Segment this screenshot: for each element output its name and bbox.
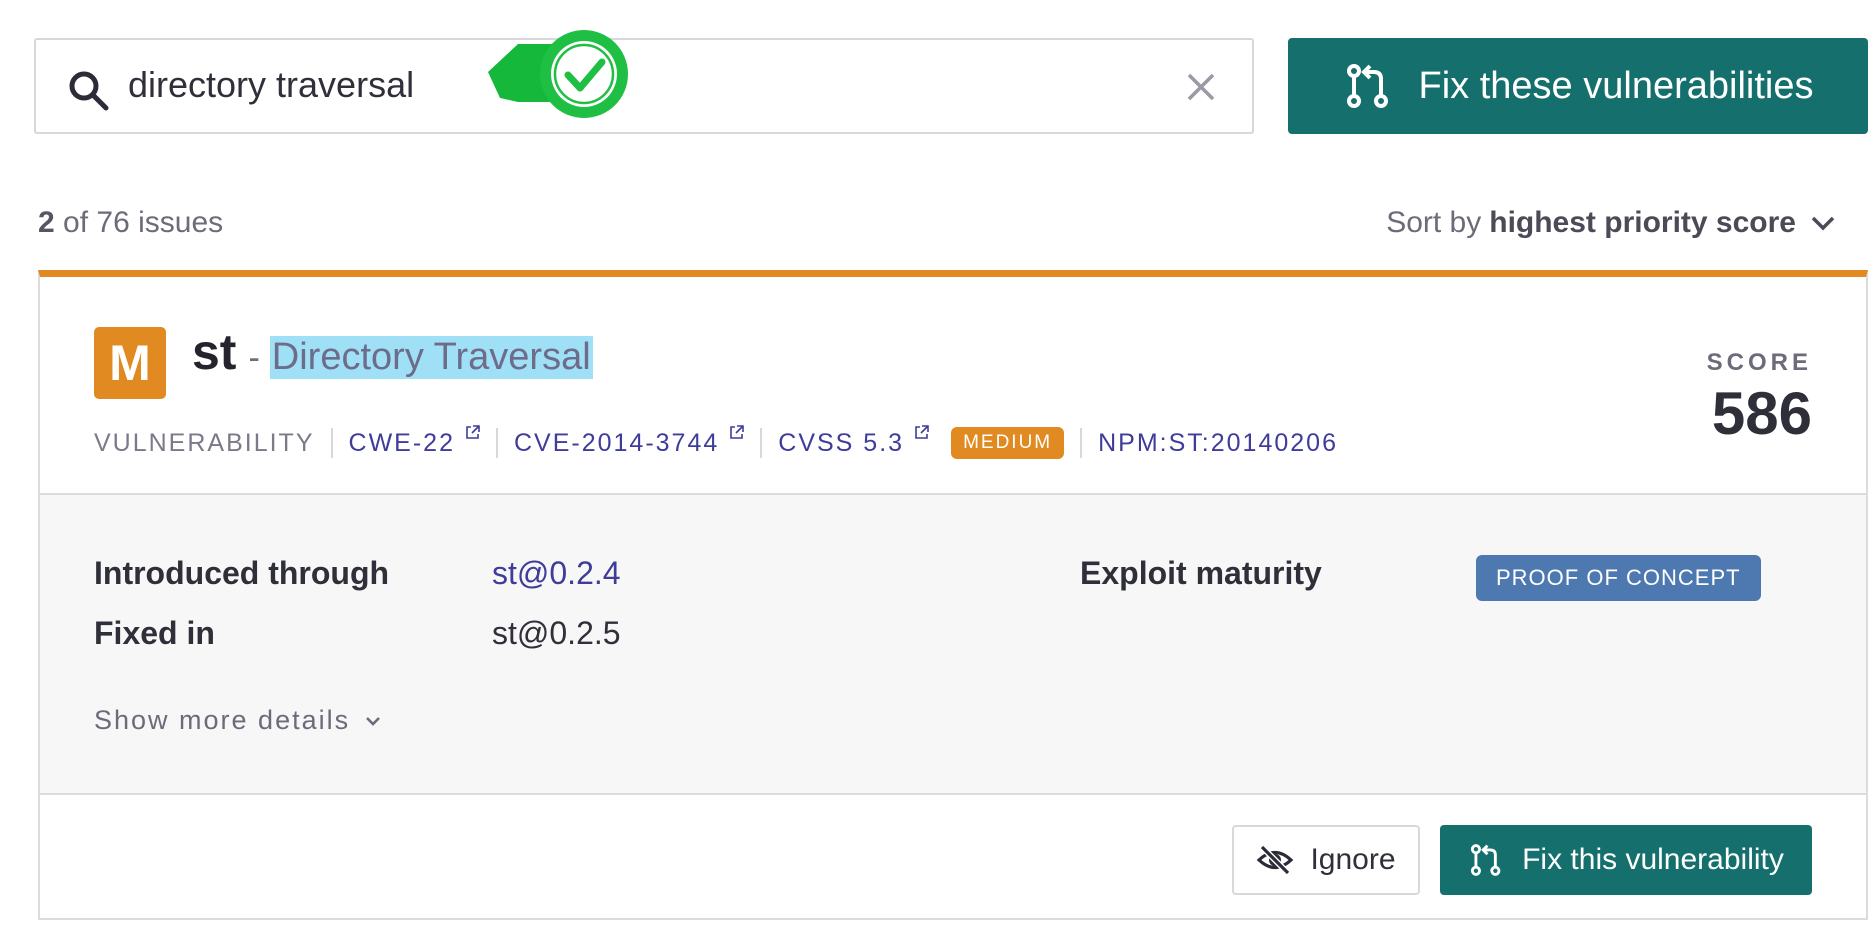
introduced-through-label: Introduced through [94, 555, 390, 591]
issue-meta-row: VULNERABILITY CWE-22 CVE-2014-3744 CVSS [94, 424, 1338, 459]
ignore-button[interactable]: Ignore [1232, 825, 1420, 895]
close-icon[interactable] [1184, 70, 1218, 104]
cvss-label: CVSS 5.3 [778, 428, 905, 457]
issue-details: Introduced through st@0.2.4 Fixed in st@… [40, 495, 1866, 795]
exploit-maturity-badge: PROOF OF CONCEPT [1476, 555, 1761, 601]
exploit-maturity-label: Exploit maturity [1080, 555, 1322, 591]
score-label: SCORE [1706, 349, 1812, 376]
cvss-link[interactable]: CVSS 5.3 [778, 424, 929, 458]
cwe-label: CWE-22 [348, 428, 455, 457]
show-more-details-label: Show more details [94, 705, 351, 735]
cve-label: CVE-2014-3744 [513, 428, 720, 457]
package-name: st [192, 324, 237, 380]
sort-dropdown[interactable]: Sort by highest priority score [1386, 206, 1838, 240]
fixed-in-value: st@0.2.5 [492, 615, 621, 651]
fix-this-vulnerability-label: Fix this vulnerability [1522, 843, 1784, 876]
issue-card-header: M st - Directory Traversal VULNERABILITY… [40, 277, 1866, 495]
external-link-icon [466, 424, 480, 439]
issue-card: M st - Directory Traversal VULNERABILITY… [38, 270, 1868, 920]
issue-card-footer: Ignore Fix this vulnerability [40, 795, 1866, 920]
pull-request-icon [1470, 844, 1501, 876]
eye-off-icon [1257, 844, 1294, 876]
vulnerability-title-link[interactable]: Directory Traversal [269, 336, 593, 379]
issue-count-summary: of 76 issues [63, 206, 224, 239]
issue-count-shown: 2 [38, 206, 55, 239]
external-link-icon [915, 424, 929, 439]
title-separator: - [248, 339, 260, 377]
search-icon [69, 71, 109, 111]
issue-count: 2 of 76 issues [38, 206, 223, 240]
cwe-link[interactable]: CWE-22 [348, 424, 480, 458]
check-circle-icon [488, 30, 628, 118]
sort-value: highest priority score [1489, 206, 1796, 239]
divider [760, 428, 763, 458]
show-more-details-button[interactable]: Show more details [94, 705, 384, 736]
ignore-label: Ignore [1310, 843, 1396, 876]
sort-prefix: Sort by [1386, 206, 1482, 239]
chevron-down-icon [366, 716, 381, 726]
severity-badge: MEDIUM [951, 427, 1065, 459]
issue-type: VULNERABILITY [94, 428, 315, 457]
divider [1080, 428, 1083, 458]
external-link-icon [730, 424, 745, 439]
severity-icon: M [94, 327, 166, 399]
score-value: 586 [1711, 380, 1812, 447]
chevron-down-icon [1811, 216, 1835, 231]
issue-title-row: st - Directory Traversal [192, 323, 593, 381]
fix-these-vulnerabilities-label: Fix these vulnerabilities [1418, 64, 1814, 107]
divider [495, 428, 498, 458]
pull-request-icon [1346, 64, 1388, 108]
fixed-in-label: Fixed in [94, 615, 215, 651]
vulnerability-id-link[interactable]: NPM:ST:20140206 [1098, 429, 1338, 458]
cve-link[interactable]: CVE-2014-3744 [513, 424, 745, 458]
divider [330, 428, 333, 458]
fix-these-vulnerabilities-button[interactable]: Fix these vulnerabilities [1288, 38, 1868, 134]
introduced-through-link[interactable]: st@0.2.4 [492, 555, 621, 592]
fix-this-vulnerability-button[interactable]: Fix this vulnerability [1440, 825, 1812, 895]
